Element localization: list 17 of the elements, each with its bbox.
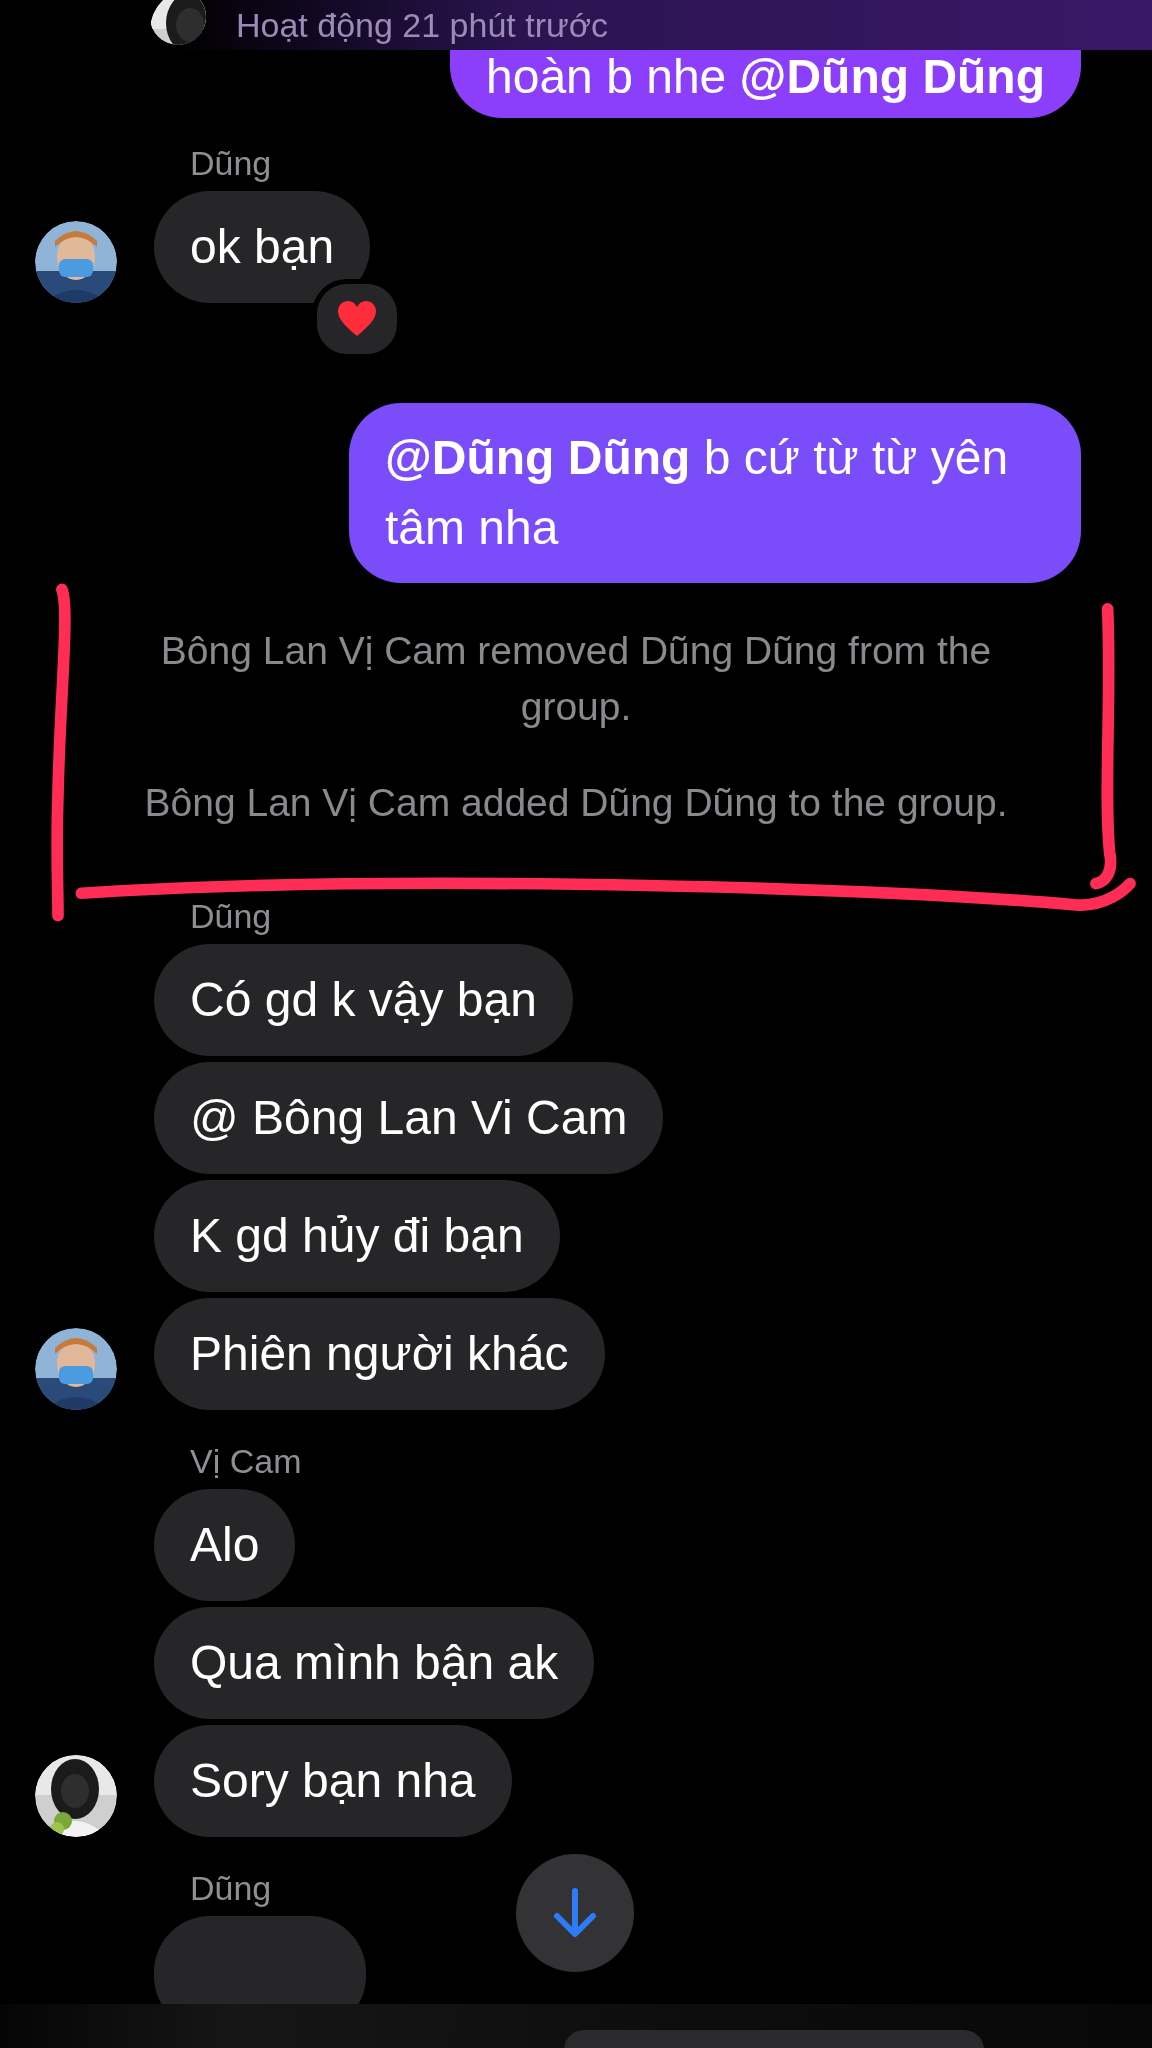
heart-icon [337,301,377,337]
sender-name: Dũng [190,144,272,183]
system-message: Bông Lan Vị Cam added Dũng Dũng to the group. [144,780,1008,826]
received-message: Có gd k vậy bạn [154,944,573,1056]
sender-name: Dũng [190,1869,272,1908]
received-message: K gd hủy đi bạn [154,1180,560,1292]
received-message: Alo [154,1489,296,1601]
sent-message: @Dũng Dũng b cứ từ từ yên tâm nha [349,403,1081,583]
received-message: Phiên người khác [154,1298,605,1410]
system-message: Bông Lan Vị Cam removed Dũng Dũng from the group. [159,628,993,730]
received-message: Qua mình bận ak [154,1607,595,1719]
received-message: @ Bông Lan Vi Cam [154,1062,664,1174]
down-arrow-icon [552,1888,598,1938]
sender-name: Vị Cam [190,1442,302,1481]
sender-name: Dũng [190,897,272,936]
received-message: Sory bạn nha [154,1725,512,1837]
active-status: Hoạt động 21 phút trước [236,5,609,45]
